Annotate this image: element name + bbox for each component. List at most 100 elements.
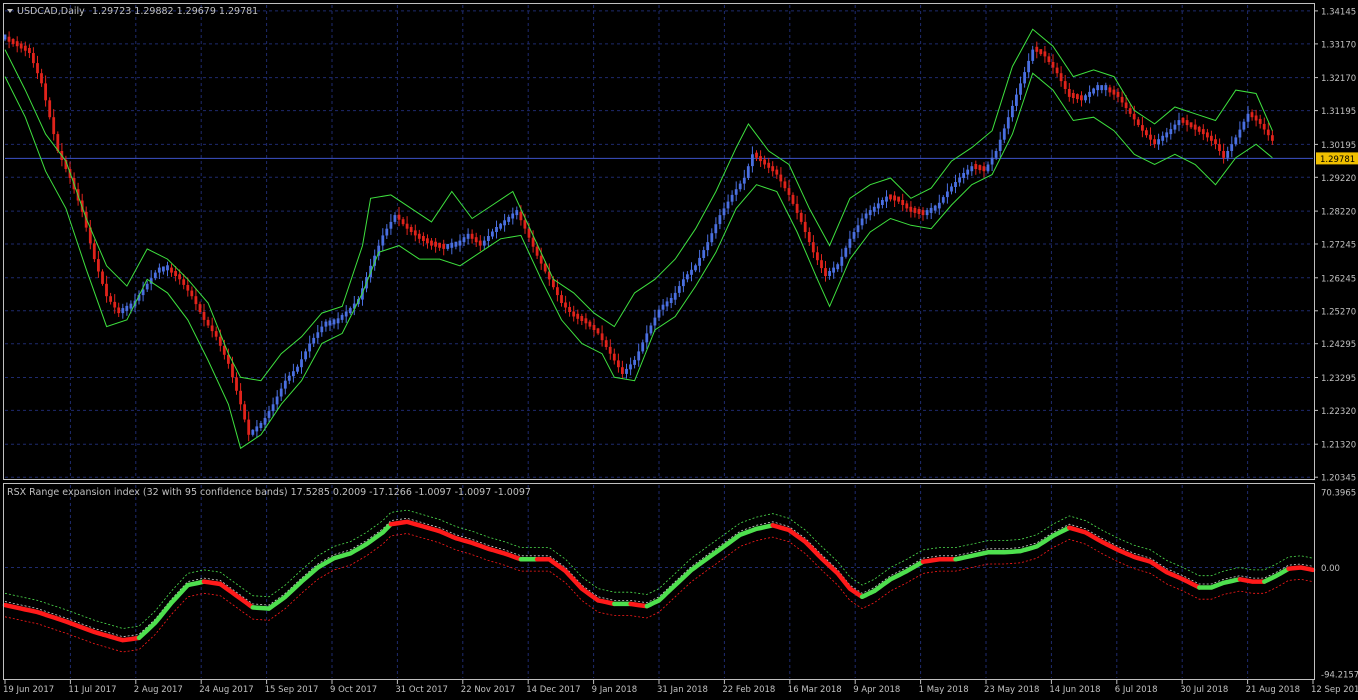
- candle-body: [178, 274, 181, 280]
- candle-body: [848, 238, 852, 248]
- rsx-line-segment: [201, 579, 223, 587]
- candle-body: [474, 237, 478, 243]
- candle-body: [36, 63, 39, 74]
- candle-body: [97, 259, 100, 272]
- candle-body: [539, 255, 543, 264]
- candle-body: [714, 224, 718, 234]
- candle-body: [1100, 85, 1104, 91]
- candle-body: [584, 318, 588, 324]
- candle-body: [1234, 137, 1238, 145]
- candle-body: [287, 375, 291, 381]
- candle-body: [434, 241, 437, 247]
- candle-body: [385, 228, 389, 236]
- candle-body: [1254, 115, 1258, 121]
- candle-body: [328, 320, 332, 326]
- candle-body: [231, 363, 234, 378]
- candle-body: [1039, 49, 1043, 55]
- candle-body: [633, 359, 636, 365]
- candle-body: [214, 331, 218, 337]
- candle-body: [706, 242, 710, 251]
- candle-body: [381, 235, 385, 246]
- x-tick-label: 21 Aug 2018: [1246, 685, 1300, 695]
- trading-chart[interactable]: 1.34145 1.33170 1.32170 1.31195 1.30195 1.292…: [0, 0, 1358, 700]
- candle-body: [978, 165, 982, 171]
- candle-body: [600, 333, 604, 341]
- x-tick-label: 31 Oct 2017: [395, 685, 448, 695]
- x-tick-label: 24 Aug 2017: [199, 685, 253, 695]
- y-tick-label: 1.34145: [1321, 7, 1356, 17]
- symbol-header[interactable]: USDCAD,Daily 1.29723 1.29882 1.29679 1.2…: [7, 6, 258, 17]
- candle-body: [405, 223, 409, 229]
- candle-body: [1108, 87, 1112, 93]
- candle-body: [1262, 123, 1266, 130]
- candle-body: [1197, 126, 1201, 132]
- candle-body: [694, 265, 697, 271]
- candle-body: [348, 308, 352, 314]
- candle-body: [820, 260, 823, 269]
- candle-body: [1258, 118, 1262, 124]
- candle-body: [1271, 135, 1274, 141]
- candle-body: [962, 173, 965, 178]
- candle-body: [612, 353, 616, 361]
- rsx-line-segment: [920, 557, 958, 564]
- y-tick-label: 1.26245: [1321, 274, 1356, 284]
- candle-body: [994, 151, 998, 158]
- candle-body: [202, 312, 206, 320]
- price-axis[interactable]: 1.34145 1.33170 1.32170 1.31195 1.30195 1.292…: [1314, 7, 1358, 484]
- candle-body: [487, 236, 490, 241]
- candle-body: [1067, 89, 1071, 97]
- candle-body: [470, 233, 474, 239]
- y-tick-label: 1.31195: [1321, 107, 1356, 117]
- candle-body: [913, 207, 917, 213]
- candle-body: [1165, 132, 1169, 138]
- candle-body: [657, 309, 661, 318]
- candle-body: [1230, 144, 1234, 151]
- candle-body: [1201, 129, 1205, 135]
- candle-body: [239, 390, 242, 405]
- candle-body: [52, 117, 56, 135]
- candle-body: [446, 243, 450, 249]
- y-tick-label: 1.20345: [1321, 474, 1356, 484]
- chart-background: [0, 0, 1358, 700]
- candle-body: [304, 351, 307, 360]
- candle-body: [970, 166, 974, 172]
- candle-body: [336, 318, 340, 324]
- candle-body: [730, 194, 734, 202]
- candle-body: [755, 152, 758, 158]
- candle-body: [255, 426, 259, 432]
- candle-body: [320, 326, 324, 333]
- candle-body: [787, 188, 791, 195]
- candle-body: [1206, 132, 1209, 138]
- candle-body: [28, 48, 31, 53]
- candle-body: [259, 423, 263, 428]
- candle-body: [11, 39, 15, 44]
- candle-body: [824, 268, 827, 276]
- candle-body: [308, 343, 311, 352]
- candle-body: [649, 325, 653, 334]
- candle-body: [417, 233, 421, 239]
- candle-body: [174, 271, 177, 276]
- candle-body: [1076, 94, 1079, 100]
- candle-body: [864, 213, 868, 219]
- y-tick-label: 1.27245: [1321, 241, 1356, 251]
- candle-body: [653, 317, 657, 326]
- candle-body: [1149, 134, 1152, 140]
- candle-body: [48, 100, 52, 118]
- candle-body: [422, 236, 425, 241]
- candle-body: [109, 296, 112, 302]
- candle-body: [1185, 120, 1189, 126]
- candle-body: [974, 164, 978, 169]
- candle-body: [868, 210, 872, 216]
- y-tick-label: 1.21320: [1321, 441, 1356, 451]
- candle-body: [397, 214, 401, 220]
- candle-body: [19, 43, 23, 49]
- candle-body: [929, 207, 933, 213]
- candle-body: [608, 346, 612, 354]
- x-tick-label: 9 Apr 2018: [853, 685, 900, 695]
- candle-body: [190, 290, 194, 297]
- candle-body: [1002, 128, 1006, 140]
- candle-body: [1214, 139, 1217, 145]
- candle-body: [767, 162, 771, 168]
- candle-body: [145, 283, 149, 290]
- candle-body: [113, 301, 117, 308]
